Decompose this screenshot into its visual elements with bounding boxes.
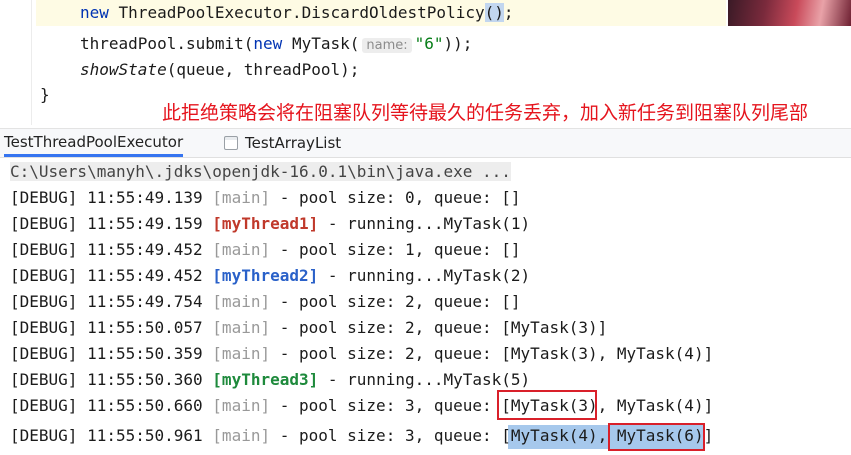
console-line: [DEBUG] 11:55:49.452 [main] - pool size:…: [10, 240, 521, 259]
console-path-line: C:\Users\manyh\.jdks\openjdk-16.0.1\bin\…: [10, 162, 511, 181]
code-line-2[interactable]: threadPool.submit(new MyTask(name: "6"));: [80, 34, 472, 56]
console-line: [DEBUG] 11:55:50.660 [main] - pool size:…: [10, 396, 714, 415]
console-line: [DEBUG] 11:55:50.057 [main] - pool size:…: [10, 318, 608, 337]
code-editor[interactable]: new ThreadPoolExecutor.DiscardOldestPoli…: [0, 0, 851, 125]
console-line: [DEBUG] 11:55:49.159 [myThread1] - runni…: [10, 214, 531, 233]
code-line-3[interactable]: showState(queue, threadPool);: [80, 60, 359, 80]
console-line: [DEBUG] 11:55:50.359 [main] - pool size:…: [10, 344, 714, 363]
console-line: [DEBUG] 11:55:50.360 [myThread3] - runni…: [10, 370, 531, 389]
editor-gutter: [31, 0, 32, 125]
tab-test-thread-pool-executor[interactable]: TestThreadPoolExecutor: [4, 129, 184, 157]
highlight-box: [497, 390, 597, 420]
code-line-1[interactable]: new ThreadPoolExecutor.DiscardOldestPoli…: [80, 3, 514, 23]
closing-brace: }: [40, 85, 50, 104]
param-hint: name:: [362, 38, 412, 53]
window-icon: [224, 136, 238, 150]
highlight-box: [608, 423, 705, 451]
console-line: [DEBUG] 11:55:49.452 [myThread2] - runni…: [10, 266, 531, 285]
tab-test-array-list[interactable]: TestArrayList: [224, 129, 341, 157]
run-tabs-bar: TestThreadPoolExecutor TestArrayList: [0, 128, 851, 158]
console-line: [DEBUG] 11:55:49.754 [main] - pool size:…: [10, 292, 521, 311]
annotation-text: 此拒绝策略会将在阻塞队列等待最久的任务丢弃，加入新任务到阻塞队列尾部: [162, 102, 809, 124]
console-line: [DEBUG] 11:55:49.139 [main] - pool size:…: [10, 188, 521, 207]
decorative-image: [728, 0, 851, 26]
console-output[interactable]: C:\Users\manyh\.jdks\openjdk-16.0.1\bin\…: [0, 158, 851, 455]
